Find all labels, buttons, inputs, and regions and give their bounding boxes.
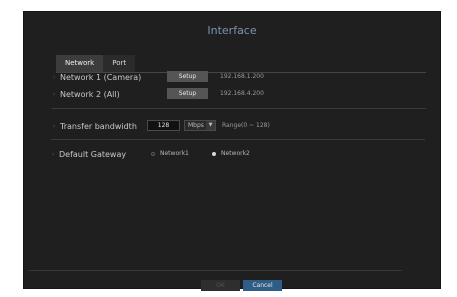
section-divider: [51, 139, 425, 140]
gateway-option-label: Network1: [160, 150, 189, 157]
network2-setup-button[interactable]: Setup: [167, 88, 208, 99]
gateway-row: › Default Gateway: [52, 148, 126, 160]
footer-divider: [28, 270, 402, 271]
tab-network[interactable]: Network: [56, 55, 104, 72]
network2-row: › Network 2 (All): [53, 88, 120, 100]
bandwidth-range: Range(0 ~ 128): [222, 122, 270, 129]
network1-setup-button[interactable]: Setup: [167, 71, 208, 82]
bandwidth-unit-value: Mbps: [188, 122, 204, 129]
section-divider: [52, 108, 426, 109]
radio-checked-icon[interactable]: [212, 151, 216, 156]
bullet-icon: ›: [52, 150, 55, 158]
bandwidth-row: › Transfer bandwidth: [53, 120, 137, 132]
bandwidth-input[interactable]: 128: [147, 120, 180, 131]
network1-ip: 192.168.1.200: [220, 73, 264, 80]
gateway-option-label: Network2: [221, 150, 250, 157]
bullet-icon: ›: [53, 122, 56, 130]
bullet-icon: ›: [53, 73, 56, 81]
gateway-option-network2[interactable]: Network2: [212, 148, 250, 159]
tab-port[interactable]: Port: [103, 55, 136, 72]
bandwidth-label: Transfer bandwidth: [60, 121, 137, 131]
gateway-option-network1[interactable]: Network1: [151, 148, 189, 159]
bullet-icon: ›: [53, 90, 56, 98]
network1-label: Network 1 (Camera): [60, 72, 142, 82]
dialog-title: Interface: [207, 24, 257, 37]
chevron-down-icon[interactable]: ▼: [206, 121, 215, 130]
gateway-label: Default Gateway: [59, 149, 127, 159]
radio-unchecked-icon[interactable]: [151, 151, 155, 156]
network1-row: › Network 1 (Camera): [53, 71, 141, 83]
network2-label: Network 2 (All): [60, 89, 120, 99]
bandwidth-unit-select[interactable]: Mbps ▼: [184, 120, 216, 131]
tab-bar: Network Port: [56, 55, 136, 72]
network2-ip: 192.168.4.200: [220, 90, 264, 97]
ok-button[interactable]: OK: [201, 280, 240, 291]
cancel-button[interactable]: Cancel: [243, 280, 282, 291]
